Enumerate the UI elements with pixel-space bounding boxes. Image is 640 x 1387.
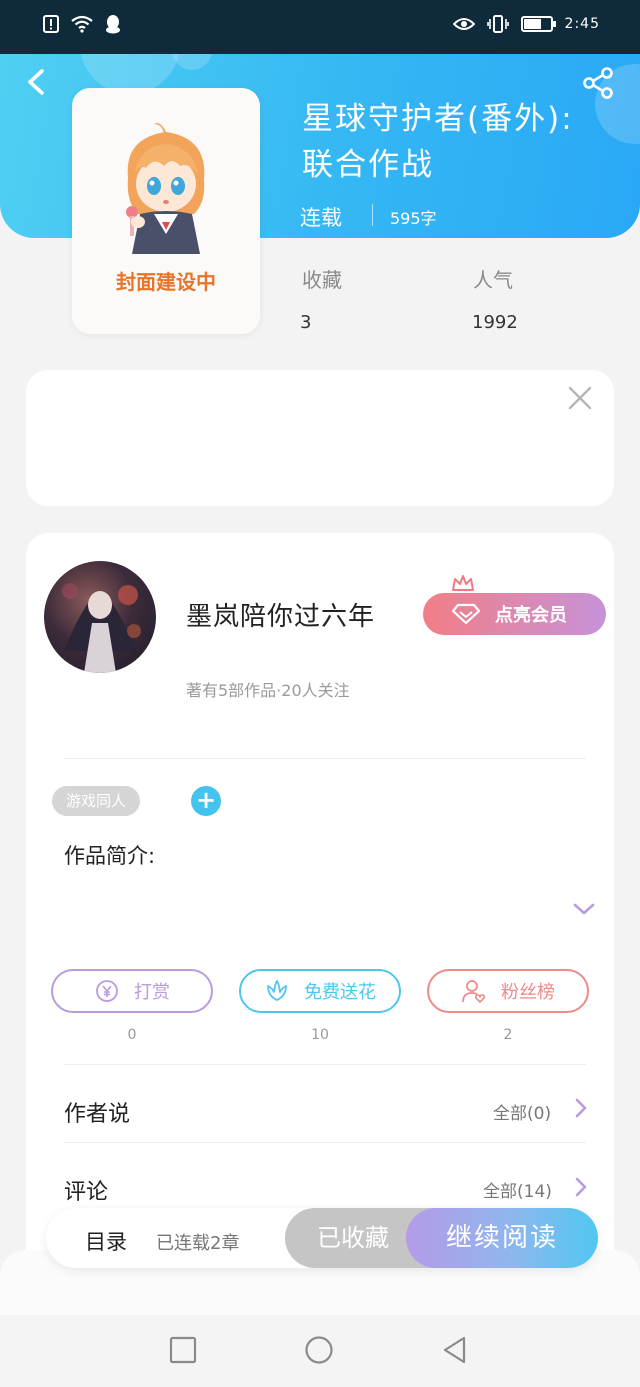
divider	[64, 758, 586, 759]
reward-button[interactable]: 打赏	[51, 969, 213, 1013]
stat-label-popularity: 人气	[473, 268, 513, 292]
bubble-decoration	[172, 54, 212, 70]
book-status: 连载	[300, 206, 342, 230]
wifi-icon	[70, 14, 94, 34]
reward-count: 0	[127, 1027, 137, 1043]
recent-apps-icon[interactable]	[168, 1334, 198, 1366]
book-word-count: 595字	[390, 209, 437, 228]
author-meta: 著有5部作品·20人关注	[186, 681, 350, 700]
toc-button[interactable]: 目录	[85, 1226, 127, 1256]
book-title: 星球守护者(番外):联合作战	[302, 101, 574, 183]
yen-icon	[96, 980, 118, 1002]
reward-label: 打赏	[134, 982, 170, 1003]
stat-value-favorites: 3	[300, 312, 312, 333]
send-flower-label: 免费送花	[304, 982, 376, 1003]
book-cover[interactable]: 封面建设中	[72, 88, 260, 334]
diamond-icon	[451, 603, 481, 625]
back-arrow-icon[interactable]	[22, 66, 52, 98]
home-icon[interactable]	[304, 1334, 334, 1366]
status-bar: 2:45	[0, 0, 640, 54]
meta-separator	[372, 204, 373, 226]
stat-value-popularity: 1992	[472, 312, 518, 333]
crown-icon	[452, 575, 474, 591]
author-avatar[interactable]	[44, 561, 156, 673]
share-icon[interactable]	[580, 66, 616, 100]
author-name[interactable]: 墨岚陪你过六年	[186, 596, 375, 633]
divider	[64, 1064, 586, 1065]
vip-button-label: 点亮会员	[495, 605, 567, 626]
add-tag-button[interactable]: +	[191, 786, 221, 816]
qq-icon	[104, 14, 122, 34]
chevron-down-icon[interactable]	[572, 900, 596, 918]
fan-ranking-label: 粉丝榜	[501, 982, 555, 1003]
fan-ranking-button[interactable]: 粉丝榜	[427, 969, 589, 1013]
genre-tag[interactable]: 游戏同人	[52, 786, 141, 816]
ad-banner[interactable]	[26, 370, 614, 506]
divider	[64, 1142, 586, 1143]
fan-user-icon	[462, 980, 486, 1003]
vibrate-icon	[486, 14, 509, 34]
back-triangle-icon[interactable]	[440, 1334, 470, 1366]
activate-vip-button[interactable]: 点亮会员	[423, 593, 606, 635]
cover-mascot-illustration	[126, 123, 205, 254]
eye-icon	[452, 14, 475, 34]
close-icon[interactable]	[566, 384, 594, 412]
avatar-illustration	[62, 583, 141, 673]
chapter-count[interactable]: 已连载2章	[156, 1229, 239, 1255]
intro-label: 作品简介:	[64, 844, 156, 868]
continue-reading-button[interactable]: 继续阅读	[406, 1208, 598, 1268]
fan-count: 2	[503, 1027, 513, 1043]
alert-icon	[42, 14, 60, 34]
send-flower-button[interactable]: 免费送花	[239, 969, 401, 1013]
chevron-right-icon[interactable]	[574, 1097, 588, 1119]
comments-all-link[interactable]: 全部(14)	[483, 1177, 552, 1202]
comments-label[interactable]: 评论	[64, 1174, 108, 1206]
flower-count: 10	[311, 1027, 329, 1043]
chevron-right-icon[interactable]	[574, 1176, 588, 1198]
battery-icon	[520, 16, 556, 32]
cover-placeholder-text: 封面建设中	[116, 270, 216, 294]
clock-time: 2:45	[564, 16, 600, 32]
stat-label-favorites: 收藏	[302, 268, 342, 292]
flower-icon	[267, 980, 287, 1001]
author-notes-all-link[interactable]: 全部(0)	[493, 1099, 551, 1124]
author-notes-label[interactable]: 作者说	[64, 1096, 130, 1128]
